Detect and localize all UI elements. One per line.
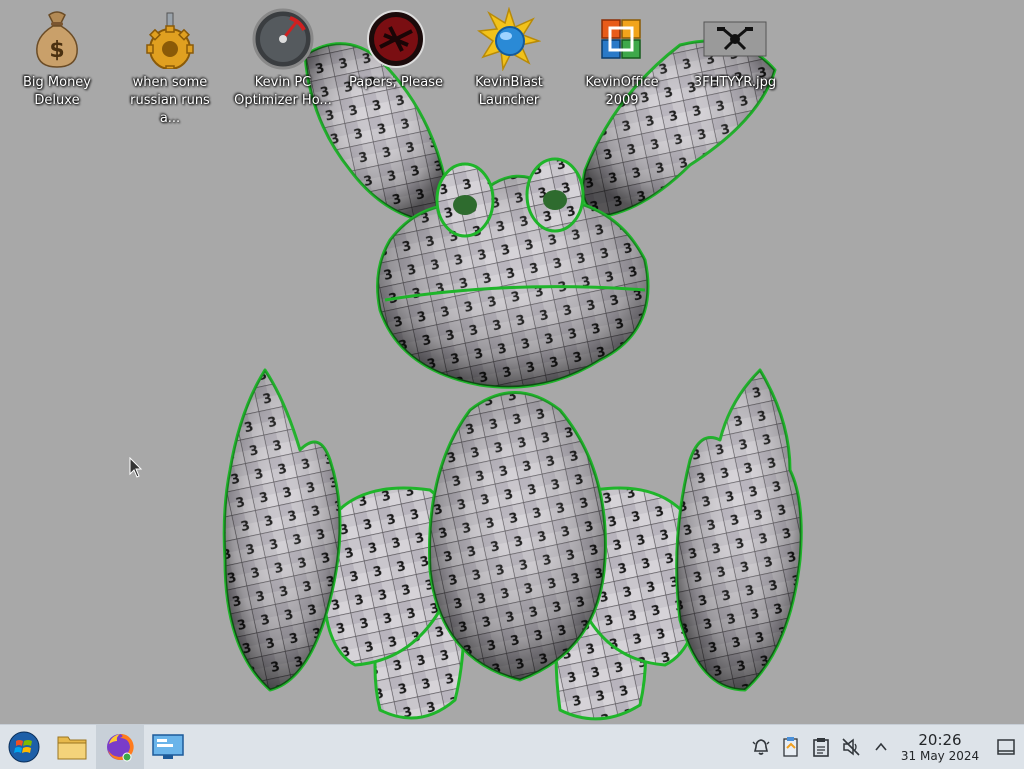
money-bag-icon: $ xyxy=(24,6,90,72)
remote-desktop-icon xyxy=(152,734,184,759)
firefox-icon xyxy=(107,733,134,762)
file-manager-icon xyxy=(57,736,87,760)
volume-button[interactable] xyxy=(836,725,866,769)
show-desktop-icon xyxy=(997,739,1015,755)
notifications-bell-icon xyxy=(752,739,770,755)
papers-please-icon xyxy=(363,6,429,72)
image-file-icon xyxy=(702,6,768,72)
desktop-icon-kevin-pc-optimizer[interactable]: Kevin PC Optimizer Ho... xyxy=(227,6,339,110)
clipboard-button[interactable] xyxy=(806,725,836,769)
tray-expand-button[interactable] xyxy=(866,725,896,769)
clock-time: 20:26 xyxy=(918,730,962,749)
taskbar-app-remote-desktop[interactable] xyxy=(144,725,192,769)
clipboard-icon xyxy=(813,738,829,757)
clipboard-network-button[interactable] xyxy=(776,725,806,769)
desktop-icon-label: KevinOffice 2009 xyxy=(585,75,659,108)
desktop-icon-kevinoffice-2009[interactable]: KevinOffice 2009 xyxy=(566,6,678,110)
taskbar: 20:26 31 May 2024 xyxy=(0,724,1024,769)
clock[interactable]: 20:26 31 May 2024 xyxy=(898,730,982,763)
clipboard-network-icon xyxy=(783,737,798,757)
desktop-icon-3fhtyyr-jpg[interactable]: 3FHTYYR.jpg xyxy=(679,6,791,92)
gear-joystick-icon xyxy=(137,6,203,72)
chevron-up-icon xyxy=(875,742,887,751)
taskbar-app-file-manager[interactable] xyxy=(48,725,96,769)
notifications-button[interactable] xyxy=(746,725,776,769)
taskbar-app-firefox[interactable] xyxy=(96,725,144,769)
clock-date: 31 May 2024 xyxy=(900,748,980,763)
svg-text:$: $ xyxy=(49,38,64,63)
desktop-icon-label: 3FHTYYR.jpg xyxy=(693,75,777,90)
desktop-icon-label: Kevin PC Optimizer Ho... xyxy=(234,75,332,108)
desktop-icon-big-money-deluxe[interactable]: $ Big Money Deluxe xyxy=(1,6,113,110)
mouse-cursor-icon xyxy=(129,457,143,478)
volume-muted-icon xyxy=(842,738,860,756)
desktop-icon-label: when some russian runs a... xyxy=(130,75,210,126)
start-button[interactable] xyxy=(0,725,48,769)
desktop-icon-label: Papers, Please xyxy=(348,75,444,90)
system-tray: 20:26 31 May 2024 xyxy=(746,725,1024,769)
desktop-icon-label: KevinBlast Launcher xyxy=(475,75,543,108)
desktop-icon-label: Big Money Deluxe xyxy=(22,75,91,108)
desktop-icon-papers-please[interactable]: Papers, Please xyxy=(340,6,452,92)
kevinblast-icon xyxy=(476,6,542,72)
desktop-icon-kevinblast-launcher[interactable]: KevinBlast Launcher xyxy=(453,6,565,110)
show-desktop-button[interactable] xyxy=(988,725,1024,769)
speedometer-icon xyxy=(250,6,316,72)
desktop-icon-russian-runs[interactable]: when some russian runs a... xyxy=(114,6,226,128)
start-orb-icon xyxy=(8,731,40,763)
office-icon xyxy=(589,6,655,72)
